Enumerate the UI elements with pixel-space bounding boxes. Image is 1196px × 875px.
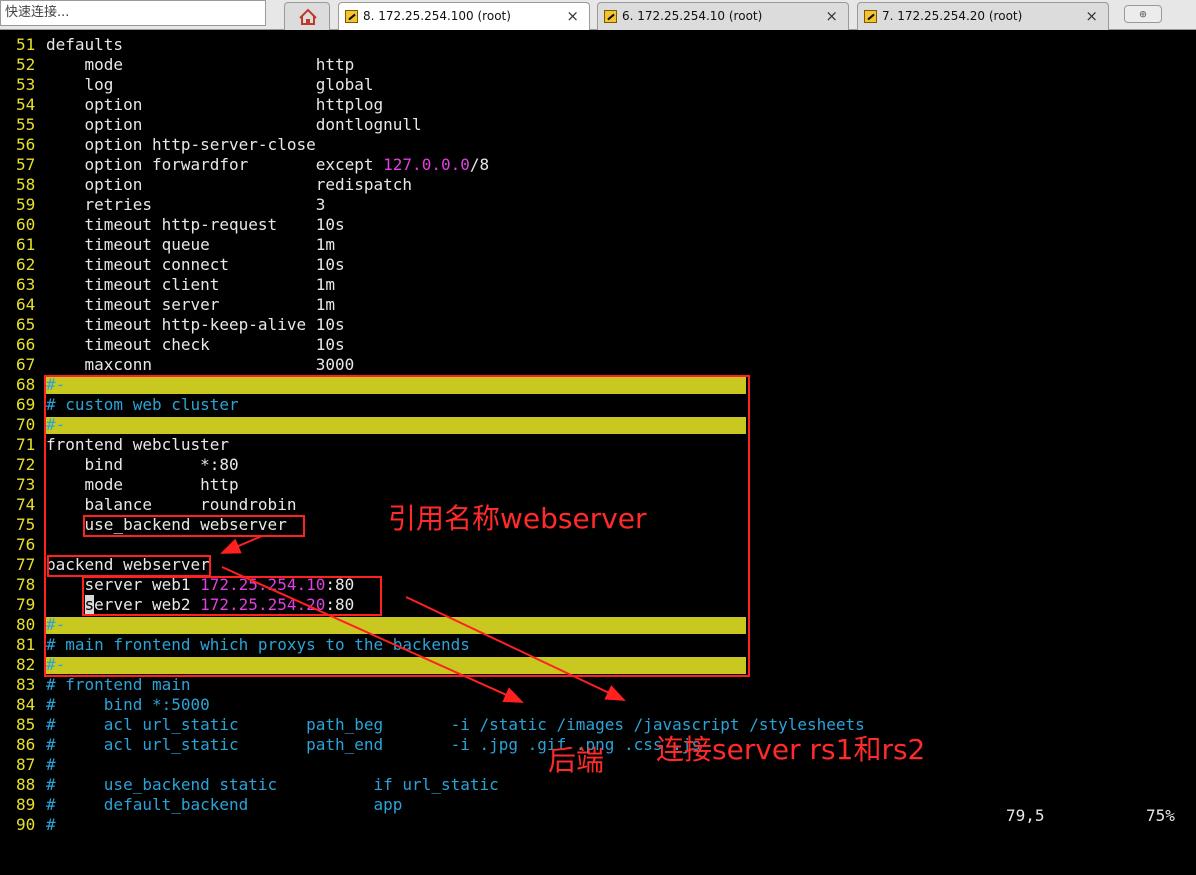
cursor-position: 79,5 xyxy=(1006,806,1045,825)
scroll-percent: 75% xyxy=(1146,806,1175,825)
annotation-connect: 连接server rs1和rs2 xyxy=(656,733,926,766)
annotation-backend: 后端 xyxy=(548,744,605,777)
annotation-ref-name: 引用名称webserver xyxy=(388,502,647,535)
